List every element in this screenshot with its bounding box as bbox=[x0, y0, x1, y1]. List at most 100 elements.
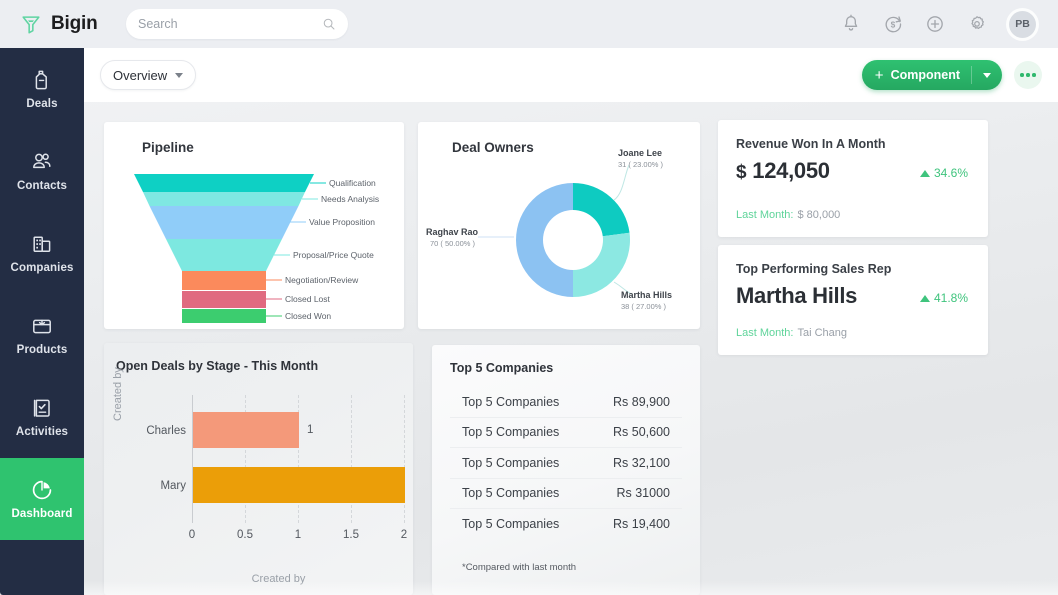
chevron-down-icon bbox=[983, 72, 991, 78]
x-tick-label: 2 bbox=[400, 529, 408, 541]
funnel-label-proposal: Proposal/Price Quote bbox=[293, 250, 374, 260]
triangle-up-icon bbox=[919, 169, 930, 177]
top-rep-last-label: Last Month: bbox=[736, 327, 794, 339]
dashboard-icon bbox=[32, 480, 52, 500]
top5-companies-card[interactable]: Top 5 Companies Top 5 Companies Rs 89,90… bbox=[432, 345, 700, 595]
content-area: Overview + Component Pipeline Qualificat… bbox=[84, 48, 1058, 595]
company-name: Top 5 Companies bbox=[462, 425, 560, 440]
search-box[interactable] bbox=[126, 9, 348, 39]
brand[interactable]: Bigin bbox=[20, 13, 104, 35]
sidebar-item-label: Products bbox=[16, 344, 68, 356]
revenue-delta: 34.6% bbox=[919, 166, 968, 180]
bar-charles[interactable] bbox=[193, 412, 299, 448]
search-input[interactable] bbox=[138, 17, 322, 31]
table-row[interactable]: Top 5 Companies Rs 32,100 bbox=[450, 448, 682, 479]
donut-label-raghav-rao: Raghav Rao bbox=[426, 227, 479, 237]
bar-chart-x-axis-label: Created by bbox=[251, 573, 306, 585]
svg-text:$: $ bbox=[891, 19, 896, 29]
plus-circle-icon[interactable] bbox=[925, 14, 945, 34]
x-tick-label: 1 bbox=[294, 529, 302, 541]
funnel-segment-negotiation bbox=[182, 271, 266, 290]
sidebar-item-contacts[interactable]: Contacts bbox=[0, 130, 84, 212]
search-icon[interactable] bbox=[322, 17, 336, 31]
add-component-dropdown[interactable] bbox=[972, 72, 1002, 78]
revenue-footer: Last Month: $ 80,000 bbox=[736, 209, 840, 221]
table-row[interactable]: Top 5 Companies Rs 19,400 bbox=[450, 509, 682, 540]
funnel-label-closed-won: Closed Won bbox=[285, 311, 331, 321]
dashboard-toolbar: Overview + Component bbox=[84, 48, 1058, 102]
currency-symbol: $ bbox=[736, 162, 747, 183]
top-rep-last-value: Tai Chang bbox=[797, 327, 848, 339]
sidebar-item-label: Contacts bbox=[16, 180, 67, 192]
more-options-button[interactable] bbox=[1014, 61, 1042, 89]
bar-category-label: Charles bbox=[146, 425, 186, 437]
bar-value-charles: 1 bbox=[307, 424, 314, 436]
gridline bbox=[351, 395, 352, 523]
top-rep-title: Top Performing Sales Rep bbox=[736, 262, 892, 276]
app-root: Bigin $ bbox=[0, 0, 1058, 595]
avatar-initials: PB bbox=[1015, 18, 1030, 30]
brand-name: Bigin bbox=[51, 13, 98, 34]
sidebar-item-dashboard[interactable]: Dashboard bbox=[0, 458, 84, 540]
sidebar-item-label: Dashboard bbox=[11, 508, 73, 520]
company-name: Top 5 Companies bbox=[462, 455, 560, 470]
sidebar: Deals Contacts Companies Products Activi… bbox=[0, 48, 84, 595]
dollar-circle-icon[interactable]: $ bbox=[883, 14, 903, 34]
bar-mary[interactable] bbox=[193, 467, 405, 503]
funnel-label-closed-lost: Closed Lost bbox=[285, 294, 331, 304]
x-tick-label: 0.5 bbox=[237, 529, 253, 541]
donut-label-martha-hills: Martha Hills bbox=[621, 290, 672, 300]
deal-owners-card[interactable]: Deal Owners Joane Lee 31 ( 23.00% ) Ragh… bbox=[418, 122, 700, 329]
sidebar-item-label: Deals bbox=[26, 98, 58, 110]
open-deals-title: Open Deals by Stage - This Month bbox=[116, 359, 319, 373]
plus-icon: + bbox=[874, 66, 884, 84]
sidebar-item-label: Companies bbox=[10, 262, 74, 274]
sidebar-item-companies[interactable]: Companies bbox=[0, 212, 84, 294]
activities-icon bbox=[33, 399, 50, 417]
donut-value-martha-hills: 38 ( 27.00% ) bbox=[621, 302, 667, 311]
donut-value-raghav-rao: 70 ( 50.00% ) bbox=[430, 239, 476, 248]
overview-dropdown[interactable]: Overview bbox=[100, 60, 197, 90]
funnel-logo-icon bbox=[22, 16, 40, 34]
deals-icon bbox=[35, 70, 47, 90]
funnel-label-needs-analysis: Needs Analysis bbox=[321, 194, 379, 204]
funnel-segment-value-proposition bbox=[149, 206, 299, 239]
funnel-segment-closed-won bbox=[182, 309, 266, 323]
donut-value-joane-lee: 31 ( 23.00% ) bbox=[618, 160, 664, 169]
top-bar: Bigin $ bbox=[0, 0, 1058, 48]
avatar[interactable]: PB bbox=[1009, 10, 1036, 38]
add-component-main[interactable]: + Component bbox=[862, 68, 971, 83]
triangle-up-icon bbox=[919, 294, 930, 302]
revenue-delta-value: 34.6% bbox=[933, 166, 968, 180]
top-rep-card[interactable]: Top Performing Sales Rep Martha Hills 41… bbox=[718, 245, 988, 355]
donut-label-joane-lee: Joane Lee bbox=[618, 148, 662, 158]
pipeline-card[interactable]: Pipeline Qualification Needs Analysis Va… bbox=[104, 122, 404, 329]
table-row[interactable]: Top 5 Companies Rs 50,600 bbox=[450, 418, 682, 448]
revenue-last-label: Last Month: bbox=[736, 209, 794, 221]
revenue-card[interactable]: Revenue Won In A Month $124,050 34.6% La… bbox=[718, 120, 988, 237]
sidebar-item-products[interactable]: Products bbox=[0, 294, 84, 376]
gridline bbox=[404, 395, 405, 523]
revenue-amount: 124,050 bbox=[752, 158, 830, 183]
companies-icon bbox=[33, 236, 51, 252]
dot-icon bbox=[1032, 73, 1036, 77]
add-component-label: Component bbox=[890, 68, 960, 82]
company-amount: Rs 31000 bbox=[616, 486, 670, 501]
add-component-button[interactable]: + Component bbox=[861, 60, 1002, 90]
funnel-segment-qualification bbox=[134, 174, 314, 192]
company-amount: Rs 89,900 bbox=[613, 394, 670, 409]
bell-icon[interactable] bbox=[841, 14, 861, 34]
revenue-value: $124,050 bbox=[736, 158, 830, 184]
open-deals-card[interactable]: Open Deals by Stage - This Month Created… bbox=[104, 343, 413, 595]
table-row[interactable]: Top 5 Companies Rs 31000 bbox=[450, 479, 682, 509]
table-row[interactable]: Top 5 Companies Rs 89,900 bbox=[450, 387, 682, 418]
dot-icon bbox=[1026, 73, 1030, 77]
gear-icon[interactable] bbox=[967, 14, 987, 34]
top-rep-delta: 41.8% bbox=[919, 291, 968, 305]
pipeline-funnel-chart: Qualification Needs Analysis Value Propo… bbox=[134, 174, 379, 323]
sidebar-item-deals[interactable]: Deals bbox=[0, 48, 84, 130]
company-amount: Rs 32,100 bbox=[613, 455, 670, 470]
donut-slice-raghav-rao bbox=[516, 183, 573, 297]
sidebar-item-activities[interactable]: Activities bbox=[0, 376, 84, 458]
company-amount: Rs 19,400 bbox=[613, 517, 670, 532]
